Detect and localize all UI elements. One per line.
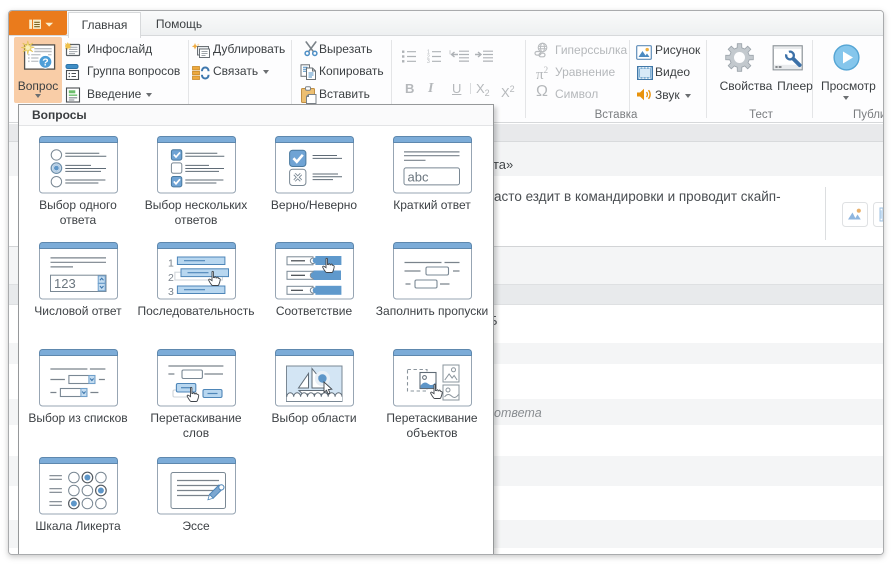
svg-text:123: 123 — [54, 276, 76, 291]
svg-text:2: 2 — [168, 272, 174, 284]
svg-text:abc: abc — [407, 169, 428, 184]
svg-text:?: ? — [42, 56, 48, 68]
svg-text:1: 1 — [168, 258, 174, 270]
svg-text:3: 3 — [168, 286, 174, 298]
svg-text:3: 3 — [427, 59, 430, 64]
